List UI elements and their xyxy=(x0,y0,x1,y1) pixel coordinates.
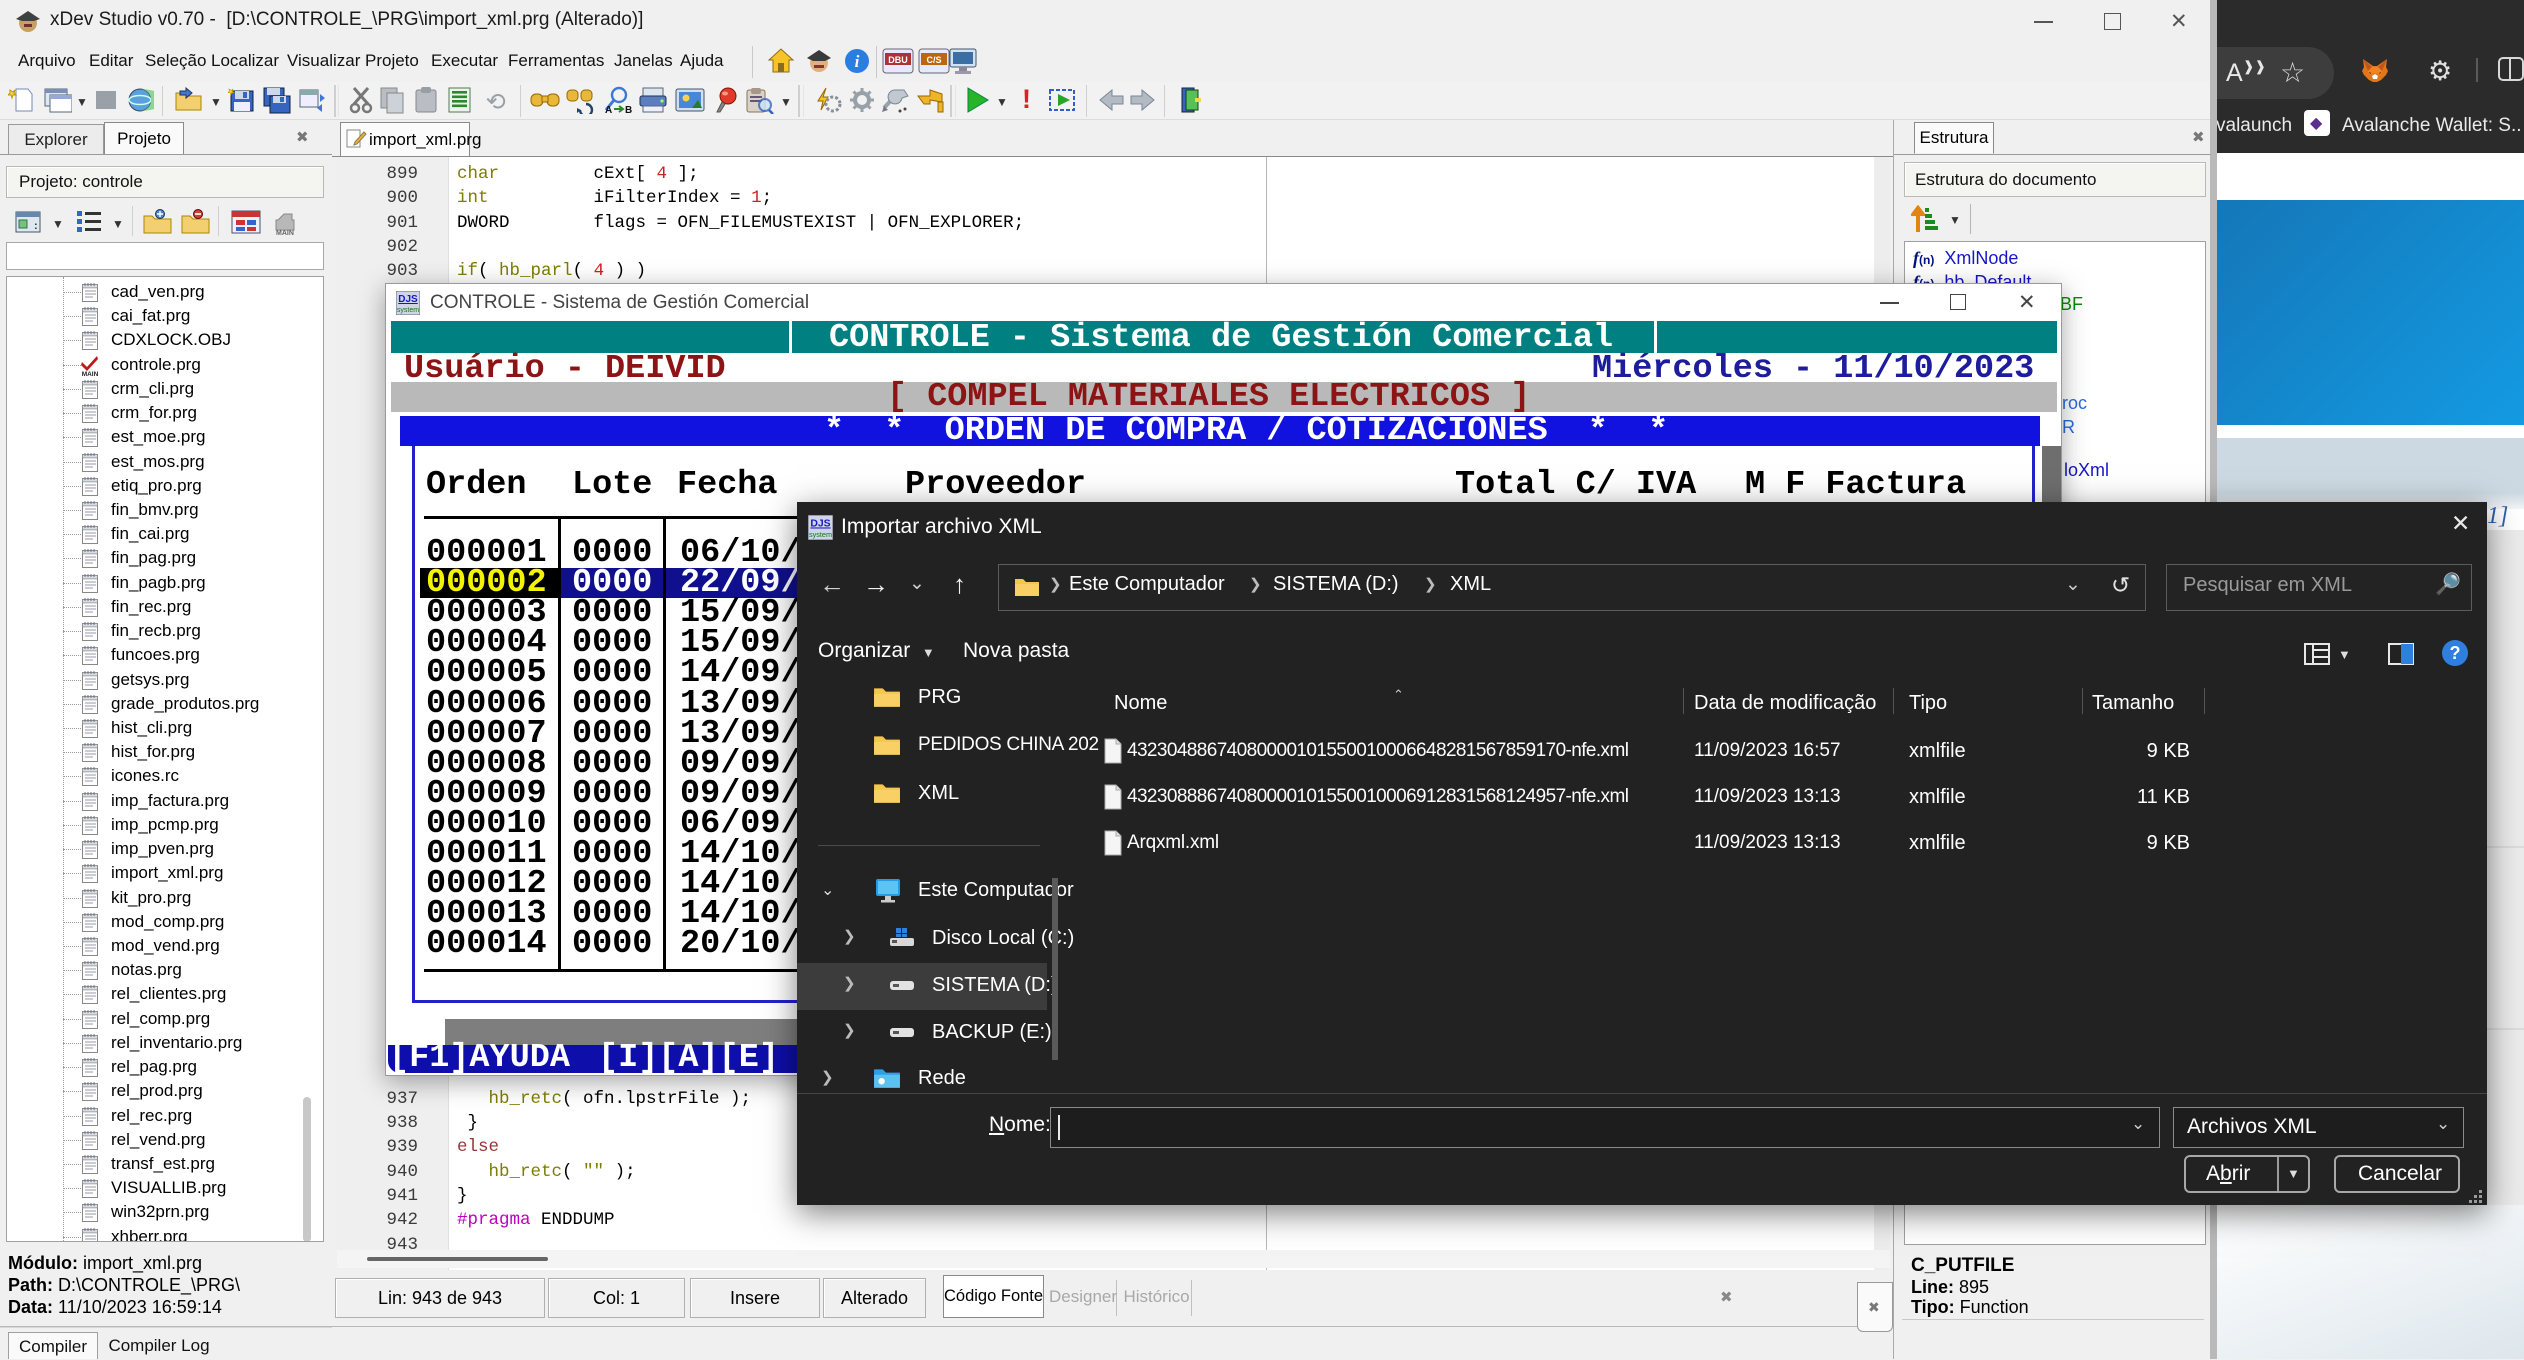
svg-text:DJS: DJS xyxy=(810,518,830,529)
svg-text:A: A xyxy=(605,105,612,114)
svg-text:system: system xyxy=(397,307,419,314)
svg-text:MAIN: MAIN xyxy=(276,230,294,236)
svg-text:system: system xyxy=(809,530,832,539)
svg-text:MAIN: MAIN xyxy=(82,371,99,377)
svg-text:i: i xyxy=(855,52,860,71)
svg-text:B: B xyxy=(625,105,632,114)
svg-text:DBU: DBU xyxy=(888,55,908,65)
svg-text:DJS: DJS xyxy=(398,294,418,305)
svg-text::: : xyxy=(34,220,38,232)
svg-text:C/S: C/S xyxy=(926,55,941,65)
